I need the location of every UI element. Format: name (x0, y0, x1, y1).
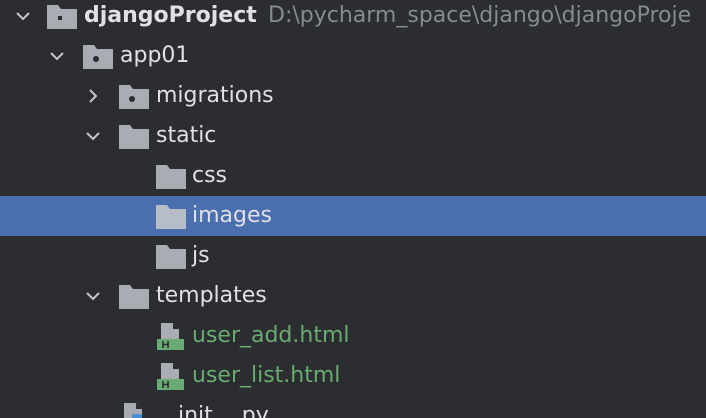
chevron-down-icon[interactable] (84, 127, 102, 145)
html-file-icon (157, 363, 184, 390)
chevron-down-icon[interactable] (84, 287, 102, 305)
chevron-down-icon[interactable] (48, 47, 66, 65)
tree-item-label: templates (156, 283, 267, 308)
folder-icon (119, 285, 149, 309)
tree-item-label: user_list.html (192, 363, 341, 388)
tree-row-root[interactable]: djangoProject D:\pycharm_space\django\dj… (0, 0, 706, 36)
tree-row-user-list-html[interactable]: user_list.html (0, 356, 706, 396)
tree-row-templates[interactable]: templates (0, 276, 706, 316)
tree-row-migrations[interactable]: migrations (0, 76, 706, 116)
project-tree: djangoProject D:\pycharm_space\django\dj… (0, 0, 706, 418)
tree-row-init-py[interactable]: __init__.py (0, 396, 706, 418)
tree-row-js[interactable]: js (0, 236, 706, 276)
folder-icon (119, 125, 149, 149)
tree-item-label: app01 (120, 43, 190, 68)
tree-item-label: __init__.py (156, 403, 269, 418)
python-file-icon (124, 403, 142, 418)
package-folder-icon (119, 85, 149, 109)
tree-row-static[interactable]: static (0, 116, 706, 156)
html-file-icon (157, 323, 184, 350)
folder-icon (156, 245, 186, 269)
folder-icon (156, 165, 186, 189)
tree-item-label: static (156, 123, 217, 148)
tree-row-css[interactable]: css (0, 156, 706, 196)
tree-item-label: css (192, 163, 228, 188)
tree-root-path: D:\pycharm_space\django\djangoProje (268, 3, 692, 28)
chevron-right-icon[interactable] (84, 87, 102, 105)
module-folder-icon (47, 5, 77, 29)
tree-row-images[interactable]: images (0, 196, 706, 236)
tree-item-label: migrations (156, 83, 274, 108)
tree-row-app01[interactable]: app01 (0, 36, 706, 76)
tree-row-user-add-html[interactable]: user_add.html (0, 316, 706, 356)
chevron-down-icon[interactable] (14, 7, 32, 25)
folder-icon (156, 205, 186, 229)
tree-item-label: images (192, 203, 272, 228)
tree-item-label: js (192, 243, 210, 268)
package-folder-icon (83, 45, 113, 69)
tree-item-label: user_add.html (192, 323, 350, 348)
tree-root-label: djangoProject (84, 3, 257, 28)
